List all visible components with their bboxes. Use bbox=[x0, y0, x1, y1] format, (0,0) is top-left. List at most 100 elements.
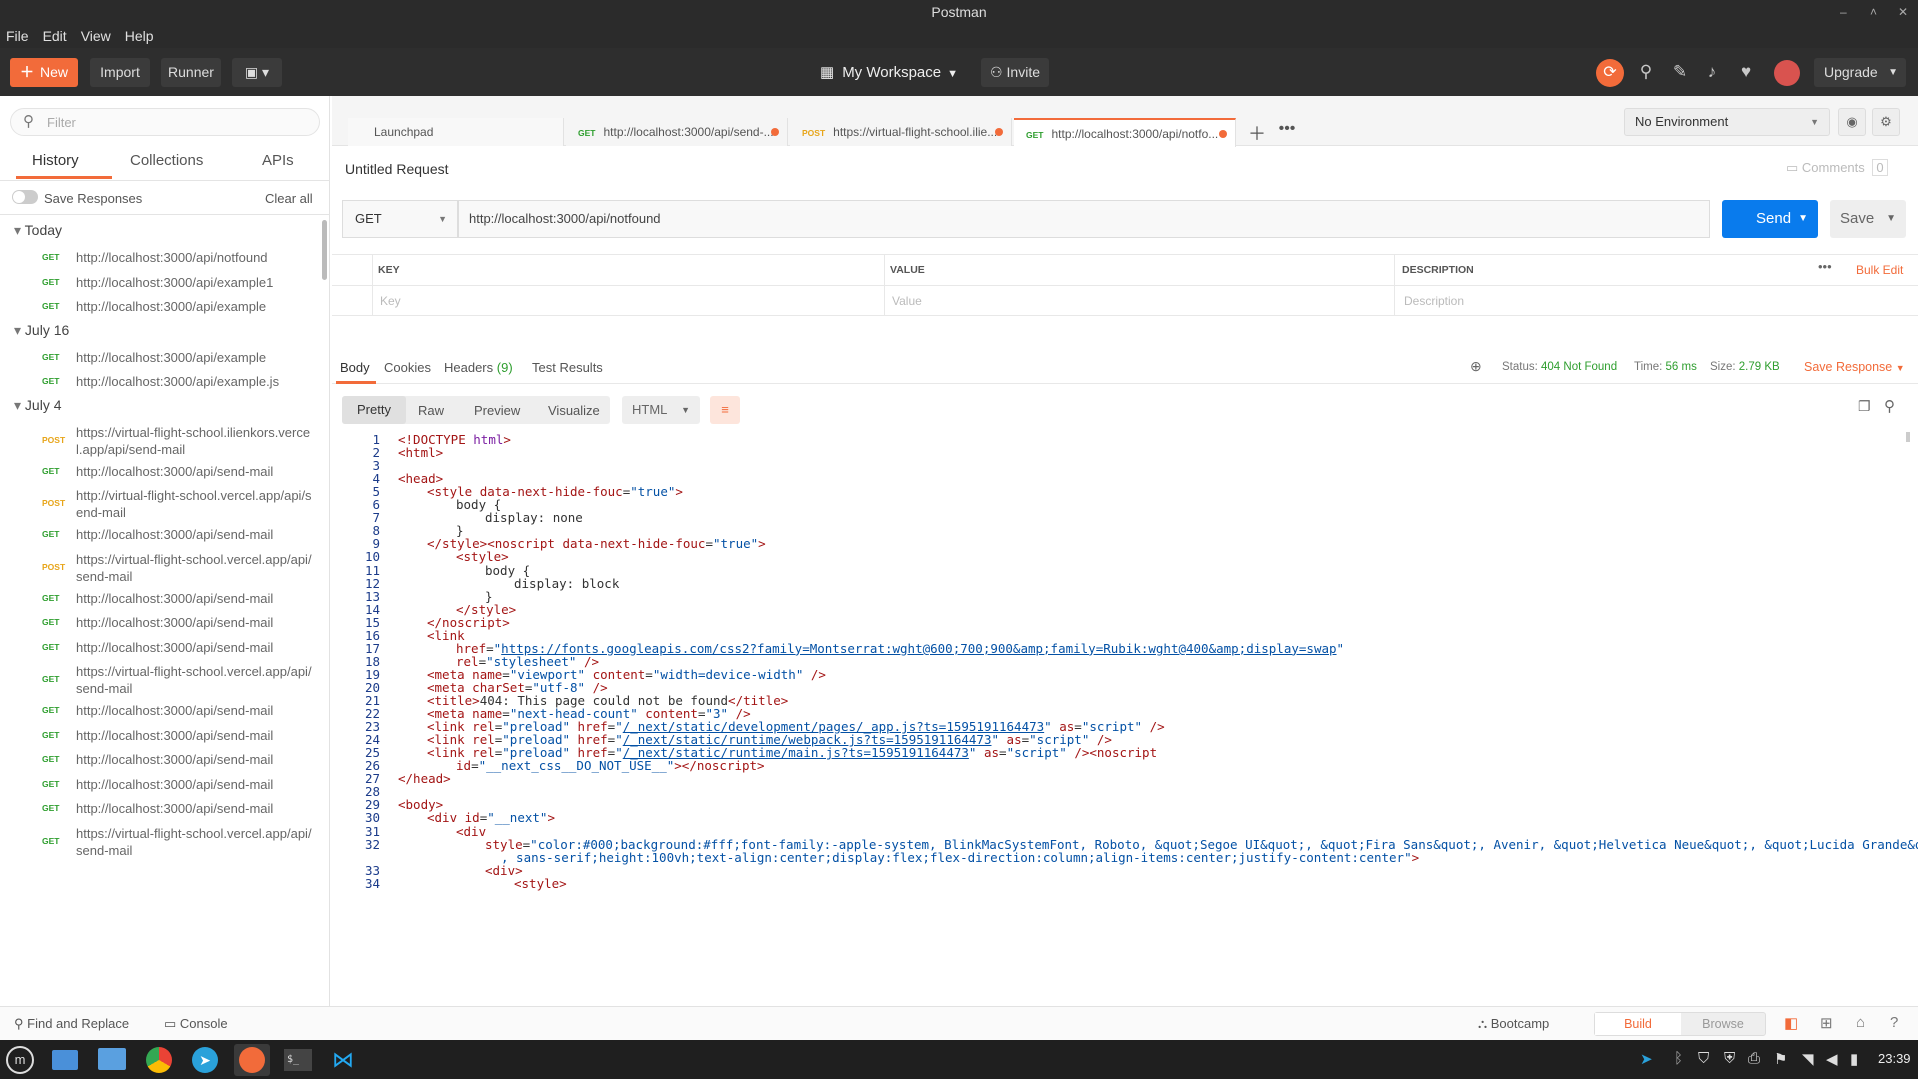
format-select[interactable]: HTML ▼ bbox=[622, 396, 700, 424]
menu-view[interactable]: View bbox=[81, 28, 111, 44]
history-item[interactable]: GET http://localhost:3000/api/send-mail bbox=[0, 724, 322, 749]
new-button[interactable]: ＋ New bbox=[10, 58, 78, 87]
terminal-icon[interactable]: $_ bbox=[284, 1049, 312, 1071]
sync-icon[interactable]: ⟳ bbox=[1596, 59, 1624, 87]
menu-file[interactable]: File bbox=[6, 28, 29, 44]
value-input[interactable]: Value bbox=[892, 294, 922, 308]
history-item[interactable]: GET http://localhost:3000/api/example bbox=[0, 346, 322, 371]
import-button[interactable]: Import bbox=[90, 58, 150, 87]
preview-tab[interactable]: Preview bbox=[474, 403, 520, 418]
flag-icon[interactable]: ⚑ bbox=[1774, 1050, 1787, 1068]
tab-body[interactable]: Body bbox=[340, 360, 370, 375]
close-icon[interactable]: ✕ bbox=[1898, 0, 1908, 24]
history-item[interactable]: GET http://localhost:3000/api/notfound bbox=[0, 246, 322, 271]
history-item[interactable]: GET http://localhost:3000/api/send-mail bbox=[0, 611, 322, 636]
more-options-icon[interactable]: ••• bbox=[1818, 259, 1832, 274]
history-item[interactable]: GET http://localhost:3000/api/send-mail bbox=[0, 460, 322, 485]
history-item[interactable]: POST https://virtual-flight-school.ilienk… bbox=[0, 421, 322, 460]
save-button[interactable]: Save ▼ bbox=[1830, 200, 1906, 238]
more-tabs-icon[interactable]: ••• bbox=[1274, 120, 1300, 144]
gear-icon[interactable]: ⚙ bbox=[1872, 108, 1900, 136]
history-item[interactable]: GET http://localhost:3000/api/send-mail bbox=[0, 636, 322, 661]
visualize-tab[interactable]: Visualize bbox=[548, 403, 600, 418]
eye-icon[interactable]: ◉ bbox=[1838, 108, 1866, 136]
tab-request-1[interactable]: GET http://localhost:3000/api/send-... bbox=[566, 118, 788, 146]
update-icon[interactable]: ⛨ bbox=[1724, 1050, 1735, 1067]
history-item[interactable]: GET http://localhost:3000/api/example1 bbox=[0, 271, 322, 296]
minimize-icon[interactable]: – bbox=[1840, 0, 1847, 24]
history-item[interactable]: GET http://localhost:3000/api/send-mail bbox=[0, 587, 322, 612]
tab-cookies[interactable]: Cookies bbox=[384, 360, 431, 375]
maximize-icon[interactable]: ˄ bbox=[1870, 0, 1877, 24]
save-response-button[interactable]: Save Response ▼ bbox=[1804, 360, 1905, 374]
upgrade-button[interactable]: Upgrade ▼ bbox=[1814, 58, 1906, 87]
tab-history[interactable]: History bbox=[32, 152, 79, 169]
code-scrollbar[interactable] bbox=[1906, 432, 1910, 442]
bell-icon[interactable]: ♪ bbox=[1700, 62, 1724, 82]
tab-launchpad[interactable]: Launchpad bbox=[348, 118, 564, 146]
history-item[interactable]: POST https://virtual-flight-school.vercel… bbox=[0, 548, 322, 587]
add-tab-icon[interactable]: ＋ bbox=[1244, 120, 1270, 144]
menu-edit[interactable]: Edit bbox=[43, 28, 67, 44]
history-item[interactable]: GET http://localhost:3000/api/example.js bbox=[0, 370, 322, 395]
clear-all-button[interactable]: Clear all bbox=[265, 191, 313, 206]
avatar[interactable] bbox=[1774, 60, 1800, 86]
history-item[interactable]: POST http://virtual-flight-school.vercel.… bbox=[0, 484, 322, 523]
desktop-icon[interactable] bbox=[52, 1050, 78, 1070]
printer-icon[interactable]: ⎙ bbox=[1748, 1050, 1760, 1067]
method-select[interactable]: GET ▼ bbox=[342, 200, 458, 238]
bank-icon[interactable]: ⌂ bbox=[1856, 1014, 1865, 1031]
invite-button[interactable]: ⚇ Invite bbox=[981, 58, 1049, 87]
tab-test-results[interactable]: Test Results bbox=[532, 360, 603, 375]
files-icon[interactable] bbox=[98, 1048, 126, 1070]
history-item[interactable]: GET http://localhost:3000/api/example bbox=[0, 295, 322, 320]
history-item[interactable]: GET https://virtual-flight-school.vercel.… bbox=[0, 660, 322, 699]
pretty-tab[interactable]: Pretty bbox=[342, 396, 406, 424]
key-input[interactable]: Key bbox=[380, 294, 401, 308]
search-input[interactable]: ⚲ Filter bbox=[10, 108, 320, 136]
bulk-edit-button[interactable]: Bulk Edit bbox=[1856, 263, 1903, 277]
copy-icon[interactable]: ❐ bbox=[1858, 398, 1871, 415]
new-window-button[interactable]: ▣ ▾ bbox=[232, 58, 282, 87]
vscode-icon[interactable]: ⋈ bbox=[330, 1047, 356, 1073]
menu-help[interactable]: Help bbox=[125, 28, 154, 44]
wrench-icon[interactable]: ✎ bbox=[1668, 62, 1692, 82]
volume-icon[interactable]: ◀ bbox=[1826, 1050, 1838, 1068]
history-item[interactable]: GET https://virtual-flight-school.vercel.… bbox=[0, 822, 322, 861]
heart-icon[interactable]: ♥ bbox=[1734, 62, 1758, 82]
layout-icon[interactable]: ⊞ bbox=[1820, 1014, 1833, 1032]
history-item[interactable]: GET http://localhost:3000/api/send-mail bbox=[0, 773, 322, 798]
find-replace-button[interactable]: ⚲ Find and Replace bbox=[14, 1016, 129, 1032]
response-body[interactable]: 1 <!DOCTYPE html> 2 <html> 3 4 <head> 5 <style d… bbox=[332, 432, 1918, 1002]
shield-icon[interactable]: ⛉ bbox=[1698, 1050, 1709, 1067]
console-button[interactable]: ▭ Console bbox=[164, 1016, 228, 1032]
chrome-icon[interactable] bbox=[146, 1047, 172, 1073]
help-icon[interactable]: ? bbox=[1890, 1014, 1898, 1031]
battery-icon[interactable]: ▮ bbox=[1850, 1050, 1858, 1068]
wifi-icon[interactable]: ◥ bbox=[1802, 1050, 1814, 1068]
history-item[interactable]: GET http://localhost:3000/api/send-mail bbox=[0, 523, 322, 548]
satellite-icon[interactable]: ⚲ bbox=[1634, 62, 1658, 82]
environment-select[interactable]: No Environment ▼ bbox=[1624, 108, 1830, 136]
browse-button[interactable]: Browse bbox=[1681, 1013, 1765, 1035]
sidebar-scrollbar[interactable] bbox=[322, 220, 327, 280]
tab-request-active[interactable]: GET http://localhost:3000/api/notfo... bbox=[1014, 118, 1236, 147]
bluetooth-icon[interactable]: ᛒ bbox=[1674, 1050, 1683, 1067]
runner-button[interactable]: Runner bbox=[161, 58, 221, 87]
wrap-lines-icon[interactable]: ≡ bbox=[710, 396, 740, 424]
two-pane-icon[interactable]: ◧ bbox=[1784, 1014, 1798, 1032]
history-item[interactable]: GET http://localhost:3000/api/send-mail bbox=[0, 797, 322, 822]
history-group-header[interactable]: ▾ Today bbox=[14, 222, 62, 239]
tab-request-2[interactable]: POST https://virtual-flight-school.ilie..… bbox=[790, 118, 1012, 146]
tab-collections[interactable]: Collections bbox=[130, 152, 203, 169]
history-group-header[interactable]: ▾ July 16 bbox=[14, 322, 69, 339]
raw-tab[interactable]: Raw bbox=[418, 403, 444, 418]
bootcamp-button[interactable]: ⛬ Bootcamp bbox=[1478, 1016, 1549, 1032]
postman-taskbar-item[interactable] bbox=[234, 1044, 270, 1076]
url-input[interactable]: http://localhost:3000/api/notfound bbox=[458, 200, 1710, 238]
comments-button[interactable]: ▭ Comments 0 bbox=[1786, 159, 1888, 176]
tab-apis[interactable]: APIs bbox=[262, 152, 294, 169]
tab-headers[interactable]: Headers (9) bbox=[444, 360, 513, 375]
request-name[interactable]: Untitled Request bbox=[345, 161, 449, 177]
send-button[interactable]: Send ▼ bbox=[1722, 200, 1818, 238]
